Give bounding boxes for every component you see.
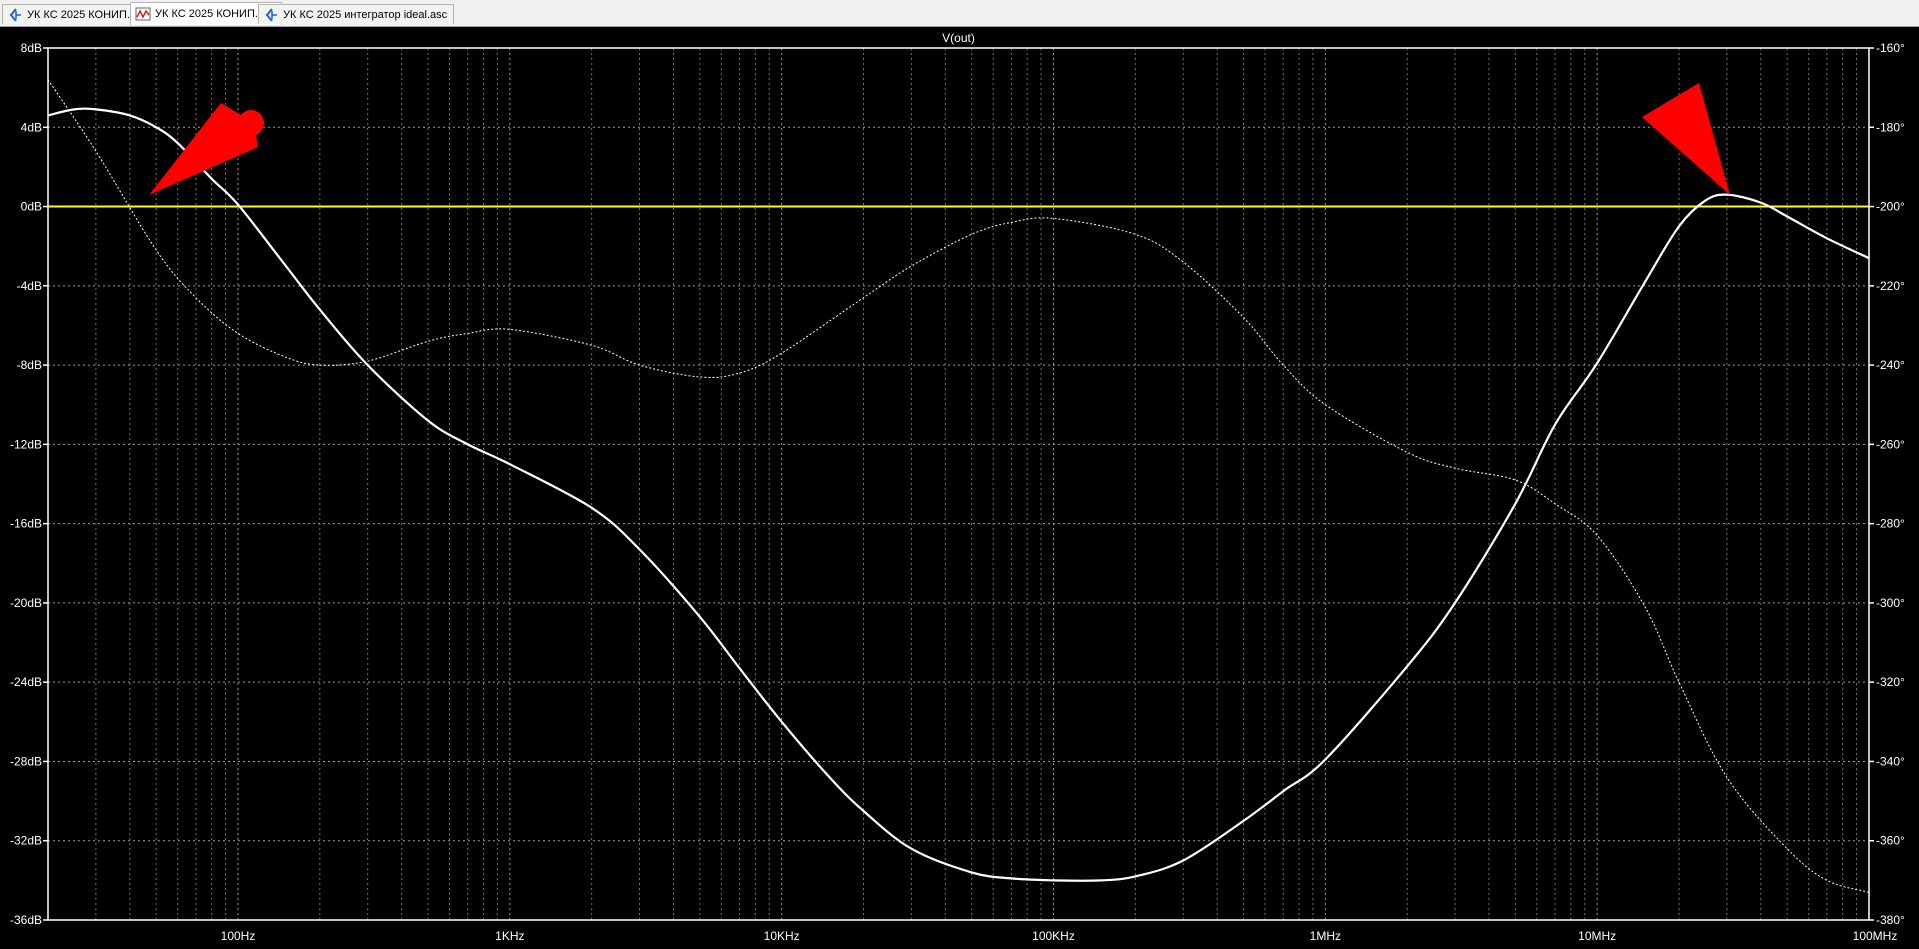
left-axis-tick-label: -4dB: [17, 279, 42, 293]
left-axis-tick-label: -12dB: [10, 437, 42, 451]
right-axis-tick-label: -200°: [1876, 200, 1905, 214]
right-axis-tick-label: -360°: [1876, 834, 1905, 848]
tab-schematic-integrator[interactable]: УК КС 2025 интегратор ideal.asc: [258, 4, 455, 24]
plot-window-background: [0, 27, 1919, 949]
x-axis-tick-label: 1MHz: [1310, 929, 1341, 943]
x-axis-tick-label: 1KHz: [495, 929, 524, 943]
left-axis-tick-label: -24dB: [10, 675, 42, 689]
left-axis-tick-label: -16dB: [10, 517, 42, 531]
x-axis-tick-label: 100KHz: [1032, 929, 1075, 943]
x-axis-tick-label: 10KHz: [764, 929, 800, 943]
right-axis-tick-label: -180°: [1876, 120, 1905, 134]
left-axis-tick-label: -20dB: [10, 596, 42, 610]
x-axis-tick-label: 100Hz: [221, 929, 256, 943]
tab-label: УК КС 2025 интегратор ideal.asc: [283, 8, 448, 21]
left-axis-tick-label: 4dB: [21, 120, 42, 134]
left-axis-tick-label: -36dB: [10, 913, 42, 927]
waveform-icon: [135, 6, 151, 22]
waveform-plot[interactable]: 8dB 4dB 0dB -4dB -8dB -12dB -16dB -20dB -24dB -28…: [0, 27, 1919, 949]
schematic-icon: [263, 7, 279, 23]
document-tab-bar: УК КС 2025 КОНИП.asc УК КС 2025 КОНИП.as…: [0, 0, 1919, 27]
right-axis-tick-label: -240°: [1876, 358, 1905, 372]
right-axis-tick-label: -220°: [1876, 279, 1905, 293]
chart-title[interactable]: V(out): [942, 31, 975, 45]
left-axis-tick-label: -8dB: [17, 358, 42, 372]
right-axis-tick-label: -320°: [1876, 675, 1905, 689]
x-axis-tick-label: 10MHz: [1578, 929, 1616, 943]
right-axis-tick-label: -300°: [1876, 596, 1905, 610]
left-axis-tick-label: -28dB: [10, 754, 42, 768]
right-axis-tick-label: -340°: [1876, 754, 1905, 768]
annotation-arrow-left-head-cap: [238, 110, 264, 136]
left-axis-tick-label: 8dB: [21, 41, 42, 55]
right-axis-tick-label: -380°: [1876, 913, 1905, 927]
x-axis-tick-label: 100MHz: [1853, 929, 1898, 943]
left-axis-tick-label: -32dB: [10, 834, 42, 848]
left-axis-tick-label: 0dB: [21, 200, 42, 214]
right-axis-tick-label: -160°: [1876, 41, 1905, 55]
right-axis-tick-label: -260°: [1876, 437, 1905, 451]
right-axis-tick-label: -280°: [1876, 517, 1905, 531]
schematic-icon: [7, 7, 23, 23]
